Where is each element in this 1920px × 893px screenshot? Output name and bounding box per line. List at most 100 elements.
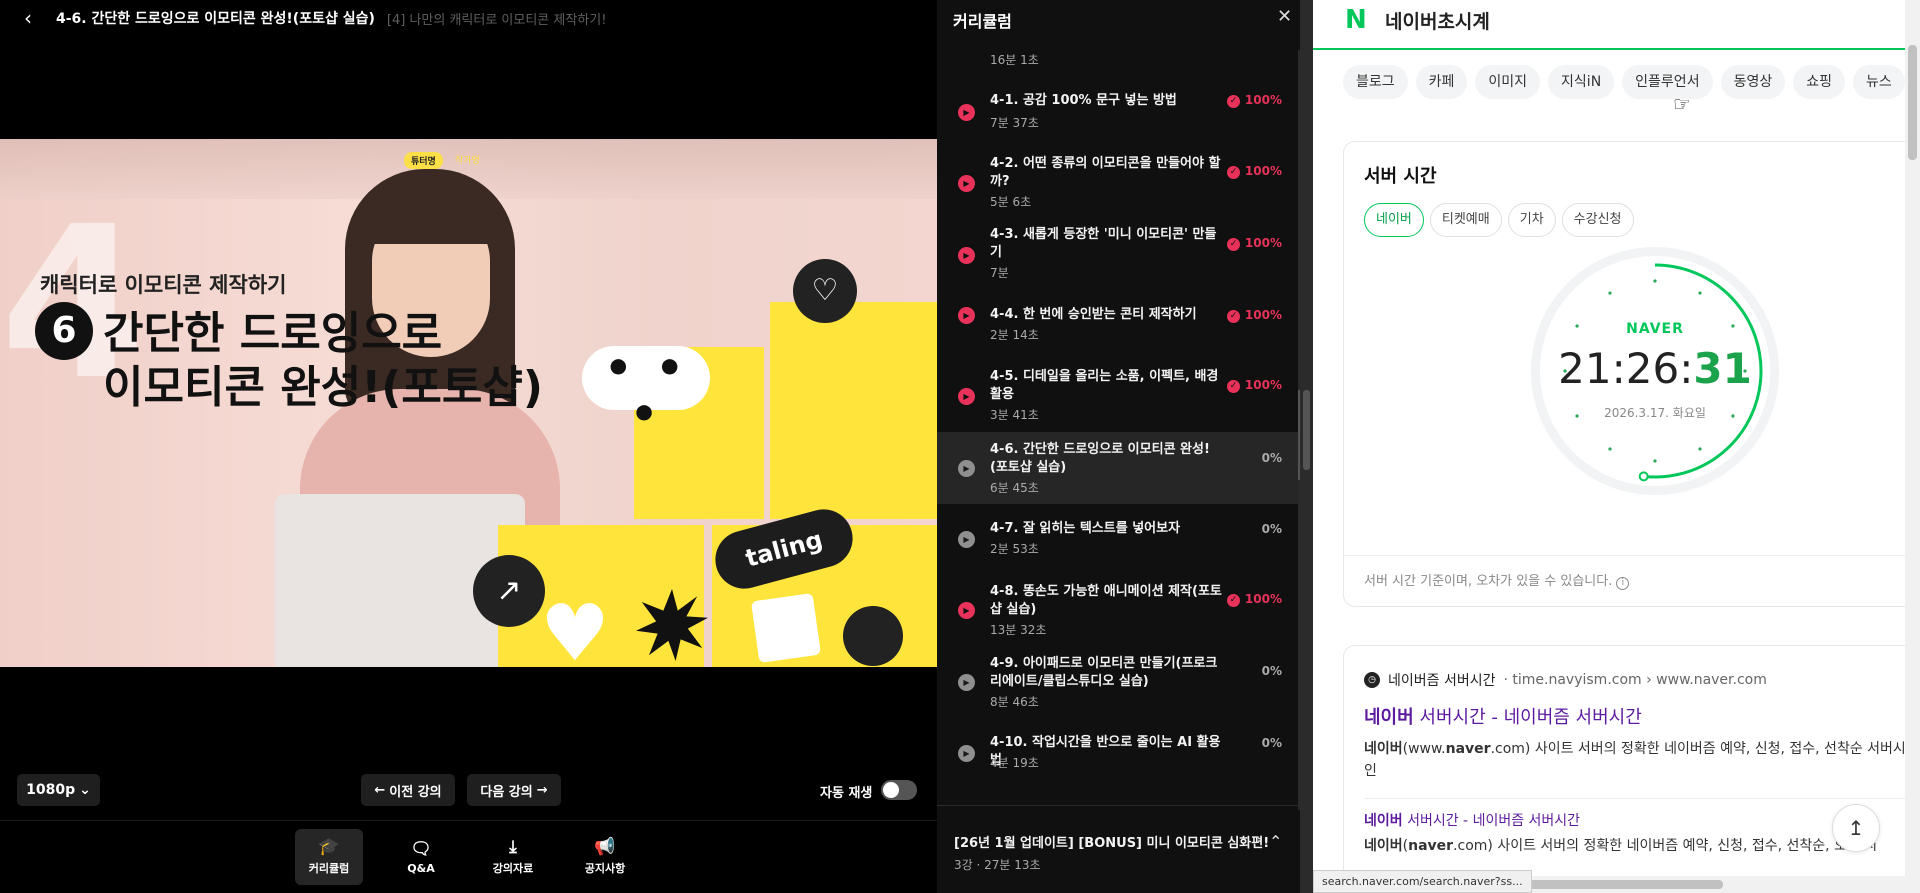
clock-time: 21:26:31 [1540, 344, 1770, 393]
tab-course-registration[interactable]: 수강신청 [1561, 203, 1634, 237]
note-text: 서버 시간 기준이며, 오차가 있을 수 있습니다. [1364, 574, 1613, 589]
prev-lesson-label: 이전 강의 [389, 784, 442, 800]
autoplay-toggle[interactable] [881, 780, 917, 800]
lesson-item[interactable]: ▶ 4-1. 공감 100% 문구 넣는 방법 7분 37초 ✓ 100% [937, 84, 1300, 142]
result-sublink[interactable]: 네이버 서버시간 - 네이버즘 서버시간 [1364, 810, 1580, 830]
white-square-shape [750, 592, 822, 664]
quality-select[interactable]: 1080p ⌄ [17, 774, 100, 806]
lesson-item[interactable]: ▶ 4-2. 어떤 종류의 이모티콘을 만들어야 할까? 5분 6초 ✓ 100… [937, 142, 1300, 212]
heart-icon: ♥ [540, 589, 610, 667]
clock-face: NAVER 21:26:31 2026.3.17. 화요일 [1540, 256, 1770, 486]
lesson-duration: 4분 19초 [990, 756, 1039, 770]
search-header: N 네이버초시계 [1313, 0, 1920, 50]
tab-naver[interactable]: 네이버 [1364, 203, 1424, 237]
link-text: 서버시간 - 네이버즘 서버시간 [1402, 813, 1581, 829]
site-url[interactable]: · time.navyism.com › www.naver.com [1504, 672, 1767, 688]
tab-shopping[interactable]: 쇼핑 [1793, 65, 1845, 99]
lesson-item[interactable]: ▶ 4-4. 한 번에 승인받는 콘티 제작하기 2분 14초 ✓ 100% [937, 284, 1300, 344]
clock-favicon-icon: ◷ [1364, 672, 1380, 688]
lesson-duration: 3분 41초 [990, 408, 1039, 422]
search-query[interactable]: 네이버초시계 [1385, 7, 1490, 34]
clock-tick [1653, 459, 1657, 463]
download-icon: ⤓ [509, 837, 517, 857]
naver-logo-icon[interactable]: N [1345, 7, 1367, 33]
lesson-item[interactable]: ▶ 4-7. 잘 읽히는 텍스트를 넣어보자 2분 53초 0% [937, 504, 1300, 574]
lesson-item[interactable]: ▶ 4-10. 작업시간을 반으로 줄이는 AI 활용법 4분 19초 0% [937, 718, 1300, 788]
prev-lesson-button[interactable]: ← 이전 강의 [361, 774, 455, 806]
lesson-progress: 100% [1244, 308, 1282, 322]
info-icon[interactable]: i [1616, 577, 1630, 590]
next-section-header[interactable]: [26년 1월 업데이트] [BONUS] 미니 이모티콘 심화편! 3강 · … [937, 805, 1300, 893]
lesson-item[interactable]: ▶ 4-8. 똥손도 가능한 애니메이션 제작(포토샵 실습) 13분 32초 … [937, 574, 1300, 646]
site-name[interactable]: 네이버즘 서버시간 [1388, 670, 1496, 690]
link-text: 서버시간 - 네이버즘 서버시간 [1413, 707, 1642, 728]
player-header: ‹ 4-6. 간단한 드로잉으로 이모티콘 완성!(포토샵 실습) [4] 나만… [0, 0, 937, 36]
clock-brand: NAVER [1626, 321, 1684, 337]
tab-video[interactable]: 동영상 [1720, 65, 1786, 99]
lesson-item[interactable]: ▶ 4-9. 아이패드로 이모티콘 만들기(프로크리에이트/클립스튜디오 실습)… [937, 646, 1300, 718]
search-tabs: 블로그 카페 이미지 지식iN 인플루언서 동영상 쇼핑 뉴스 [1343, 65, 1905, 99]
clock-hhmm: 21:26: [1558, 344, 1694, 393]
clock-seconds: 31 [1693, 344, 1752, 393]
server-time-note: 서버 시간 기준이며, 오차가 있을 수 있습니다. i [1364, 570, 1630, 590]
lesson-progress: 0% [1261, 736, 1282, 750]
lesson-title: 4-6. 간단한 드로잉으로 이모티콘 완성!(포토샵 실습) [990, 442, 1210, 475]
chevron-up-icon: ⌃ [1269, 832, 1283, 851]
lesson-duration: 5분 6초 [990, 195, 1032, 209]
tab-curriculum[interactable]: 🎓 커리큘럼 [295, 829, 363, 885]
lesson-duration: 2분 14초 [990, 328, 1039, 342]
lesson-duration: 2분 53초 [990, 542, 1039, 556]
panel-divider[interactable] [1300, 0, 1313, 893]
seconds-knob [1638, 471, 1649, 482]
scrollbar-thumb[interactable] [1513, 880, 1723, 889]
tab-materials[interactable]: ⤓ 강의자료 [479, 829, 547, 885]
tab-kin[interactable]: 지식iN [1548, 65, 1615, 99]
tab-images[interactable]: 이미지 [1475, 65, 1541, 99]
server-time-tabs: 네이버 티켓예매 기차 수강신청 [1364, 203, 1634, 237]
tab-train[interactable]: 기차 [1507, 203, 1556, 237]
lesson-duration: 6분 45초 [990, 481, 1039, 495]
next-lesson-button[interactable]: 다음 강의 → [467, 774, 561, 806]
back-button[interactable]: ‹ [0, 0, 56, 36]
video-player-panel: ‹ 4-6. 간단한 드로잉으로 이모티콘 완성!(포토샵 실습) [4] 나만… [0, 0, 937, 893]
tab-news[interactable]: 뉴스 [1852, 65, 1905, 99]
tutor-name: 작가명 [455, 156, 480, 166]
tab-qna[interactable]: 🗨 Q&A [387, 829, 455, 885]
lesson-item[interactable]: ▶ 4-3. 새롭게 등장한 '미니 이모티콘' 만들기 7분 ✓ 100% [937, 212, 1300, 284]
tab-label: Q&A [407, 861, 435, 875]
scrollbar-thumb[interactable] [1908, 45, 1917, 160]
video-frame[interactable]: 4 튜터명 작가명 캐릭터로 이모티콘 제작하기 6 간단한 드로잉으로 이모티… [0, 139, 937, 667]
scroll-to-top-button[interactable]: ↥ [1832, 804, 1880, 852]
clock-tick [1698, 447, 1702, 451]
section-title: [4] 나만의 캐릭터로 이모티콘 제작하기! [386, 12, 607, 28]
horizontal-scrollbar[interactable] [1513, 876, 1905, 893]
speech-bubble-icon: • • • [582, 346, 710, 438]
link-highlight: 네이버 [1364, 707, 1414, 728]
tab-influencer[interactable]: 인플루언서 [1622, 65, 1713, 99]
tab-label: 강의자료 [492, 862, 534, 875]
result-link[interactable]: 네이버 서버시간 - 네이버즘 서버시간 [1364, 703, 1642, 729]
tab-cafe[interactable]: 카페 [1415, 65, 1468, 99]
curriculum-title: 커리큘럼 [953, 12, 1012, 31]
lesson-item-current[interactable]: ▶ 4-6. 간단한 드로잉으로 이모티콘 완성!(포토샵 실습) 6분 45초… [937, 432, 1300, 504]
video-step-number: 6 [35, 302, 93, 360]
lesson-duration: 8분 46초 [990, 695, 1039, 709]
chat-icon: 🗨 [410, 838, 432, 859]
tab-ticketing[interactable]: 티켓예매 [1429, 203, 1502, 237]
tab-blog[interactable]: 블로그 [1343, 65, 1408, 99]
player-controls: 1080p ⌄ ← 이전 강의 다음 강의 → 자동 재생 [0, 770, 937, 810]
close-icon[interactable]: ✕ [1277, 6, 1292, 27]
result-description: 네이버(www.naver.com) 사이트 서버의 정확한 네이버즘 예약, … [1364, 738, 1920, 782]
divider-handle[interactable] [1303, 390, 1310, 470]
play-icon: ▶ [958, 247, 975, 264]
lesson-item[interactable]: ▶ 4-5. 디테일을 올리는 소품, 이펙트, 배경 활용 3분 41초 ✓ … [937, 358, 1300, 430]
clock-tick [1698, 291, 1702, 295]
clock-tick [1653, 279, 1657, 283]
tab-notice[interactable]: 📢 공지사항 [571, 829, 639, 885]
browser-scrollbar[interactable] [1905, 0, 1920, 893]
arrow-up-icon: ↥ [1847, 816, 1865, 840]
play-icon: ▶ [958, 104, 975, 121]
lesson-title: 4-8. 똥손도 가능한 애니메이션 제작(포토샵 실습) [990, 584, 1222, 617]
check-icon: ✓ [1227, 594, 1240, 607]
divider [1344, 555, 1920, 556]
